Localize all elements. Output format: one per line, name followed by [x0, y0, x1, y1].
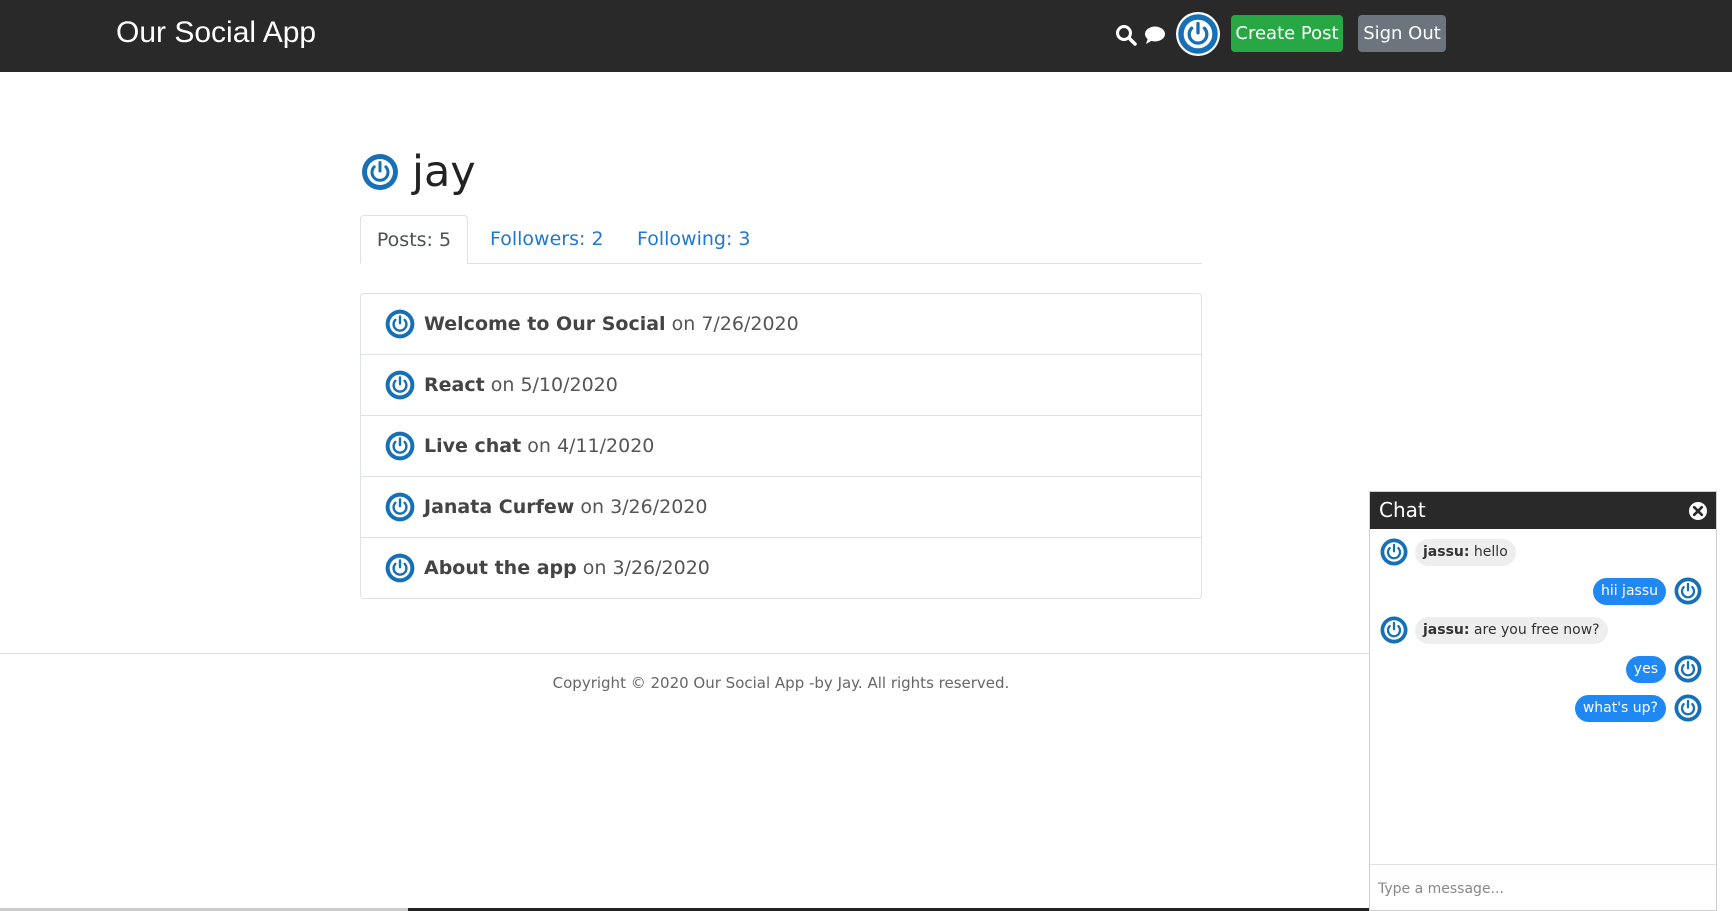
profile-tabs: Posts: 5 Followers: 2 Following: 3 — [360, 215, 1202, 264]
list-item[interactable]: Janata Curfew on 3/26/2020 — [361, 477, 1201, 538]
my-avatar — [1673, 654, 1703, 684]
tab-followers[interactable]: Followers: 2 — [490, 215, 604, 263]
post-date: on 4/11/2020 — [527, 435, 655, 457]
post-date: on 3/26/2020 — [580, 496, 708, 518]
author-avatar — [384, 369, 416, 401]
close-icon[interactable] — [1688, 501, 1708, 521]
message-text: are you free now? — [1469, 622, 1600, 638]
chat-message: jassu: are you free now? — [1370, 614, 1716, 644]
post-title: Live chat — [424, 435, 522, 457]
chat-input-area — [1370, 864, 1716, 911]
message-author: jassu: — [1423, 622, 1470, 638]
post-date: on 5/10/2020 — [490, 374, 618, 396]
profile-avatar-button[interactable] — [1176, 12, 1220, 56]
post-entry: Live chat on 4/11/2020 — [424, 416, 654, 476]
message-bubble: what's up? — [1574, 695, 1666, 722]
message-bubble: hii jassu — [1592, 578, 1666, 605]
search-icon[interactable] — [1114, 23, 1138, 47]
chat-panel: Chat jassu: hello hii jassu jassu: are y… — [1369, 491, 1717, 911]
list-item[interactable]: About the app on 3/26/2020 — [361, 538, 1201, 598]
create-post-button[interactable]: Create Post — [1231, 15, 1343, 52]
my-avatar — [1673, 693, 1703, 723]
author-avatar — [384, 552, 416, 584]
message-bubble: jassu: hello — [1415, 539, 1516, 566]
author-avatar — [384, 308, 416, 340]
sender-avatar — [1379, 615, 1409, 645]
message-author: jassu: — [1423, 544, 1470, 560]
post-entry: Welcome to Our Social on 7/26/2020 — [424, 294, 799, 354]
tab-posts[interactable]: Posts: 5 — [360, 215, 468, 264]
post-date: on 7/26/2020 — [671, 313, 799, 335]
footer-copyright: Copyright © 2020 Our Social App -by Jay.… — [552, 674, 1010, 692]
message-bubble: yes — [1625, 656, 1666, 683]
post-entry: Janata Curfew on 3/26/2020 — [424, 477, 708, 537]
tab-following[interactable]: Following: 3 — [637, 215, 751, 263]
chat-message-input[interactable] — [1376, 875, 1710, 903]
chat-message: hii jassu — [1370, 575, 1716, 605]
post-title: About the app — [424, 557, 577, 579]
footer-divider — [0, 653, 1370, 654]
top-navbar: Our Social App Create Post Sign Out — [0, 0, 1732, 72]
post-title: Welcome to Our Social — [424, 313, 666, 335]
author-avatar — [384, 430, 416, 462]
sender-avatar — [1379, 537, 1409, 567]
chat-header: Chat — [1370, 492, 1716, 529]
chat-message: jassu: hello — [1370, 536, 1716, 566]
list-item[interactable]: Live chat on 4/11/2020 — [361, 416, 1201, 477]
author-avatar — [384, 491, 416, 523]
list-item[interactable]: React on 5/10/2020 — [361, 355, 1201, 416]
post-title: Janata Curfew — [424, 496, 575, 518]
sign-out-button[interactable]: Sign Out — [1358, 15, 1446, 52]
post-date: on 3/26/2020 — [582, 557, 710, 579]
profile-username: jay — [412, 147, 476, 197]
chat-title: Chat — [1379, 498, 1426, 522]
message-bubble: jassu: are you free now? — [1415, 617, 1608, 644]
app-brand[interactable]: Our Social App — [116, 16, 316, 50]
post-entry: React on 5/10/2020 — [424, 355, 618, 415]
post-entry: About the app on 3/26/2020 — [424, 538, 710, 598]
chat-message: what's up? — [1370, 692, 1716, 722]
post-list: Welcome to Our Social on 7/26/2020 React… — [360, 293, 1202, 599]
chat-message: yes — [1370, 653, 1716, 683]
post-title: React — [424, 374, 485, 396]
list-item[interactable]: Welcome to Our Social on 7/26/2020 — [361, 294, 1201, 355]
message-text: hello — [1469, 544, 1508, 560]
chat-icon[interactable] — [1143, 23, 1167, 47]
my-avatar — [1673, 576, 1703, 606]
profile-avatar — [360, 152, 400, 192]
